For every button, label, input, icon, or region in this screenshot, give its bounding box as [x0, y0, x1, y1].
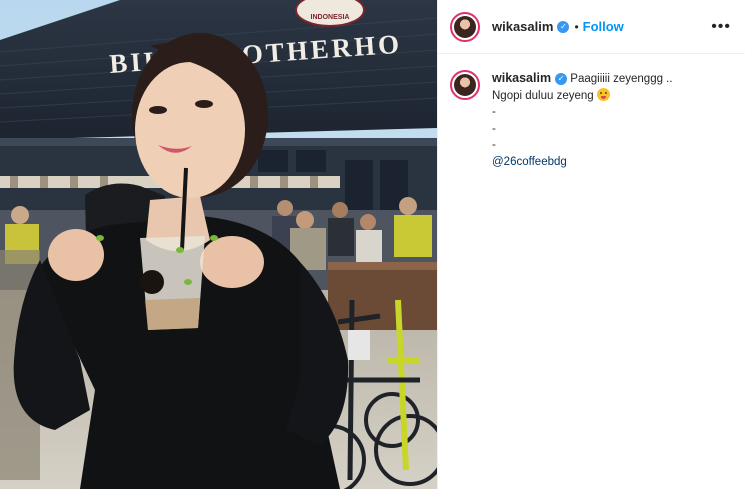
- caption-avatar[interactable]: [450, 70, 480, 100]
- separator-dot: •: [574, 19, 579, 34]
- follow-button[interactable]: Follow: [583, 19, 624, 34]
- post-caption: wikasalim ✓ Paagiiiii zeyenggg .. Ngopi d…: [438, 54, 745, 170]
- caption-line-2: Ngopi duluu zeyeng: [492, 89, 594, 102]
- avatar[interactable]: [450, 11, 480, 42]
- post-media[interactable]: INDONESIA BIKE BROTHERHO: [0, 0, 437, 489]
- caption-username[interactable]: wikasalim: [492, 71, 551, 85]
- post-photo: INDONESIA BIKE BROTHERHO: [0, 0, 437, 489]
- post-side-panel: wikasalim ✓ • Follow ••• wikasalim ✓ Paag…: [437, 0, 745, 489]
- more-options-icon[interactable]: •••: [711, 18, 731, 36]
- caption-verified-badge-icon: ✓: [555, 72, 568, 85]
- caption-dash-1: -: [492, 106, 496, 118]
- caption-line-1: Paagiiiii zeyenggg ..: [570, 73, 673, 85]
- caption-body: wikasalim ✓ Paagiiiii zeyenggg .. Ngopi d…: [492, 70, 673, 170]
- verified-badge-icon: ✓: [557, 20, 570, 33]
- mention-link[interactable]: @26coffeebdg: [492, 154, 673, 171]
- caption-dash-2: -: [492, 122, 496, 135]
- post-header: wikasalim ✓ • Follow •••: [438, 0, 745, 54]
- caption-dash-3: -: [492, 139, 496, 151]
- winking-tongue-emoji-icon: [596, 87, 610, 101]
- header-username[interactable]: wikasalim: [492, 19, 553, 34]
- badge-text: INDONESIA: [311, 14, 350, 21]
